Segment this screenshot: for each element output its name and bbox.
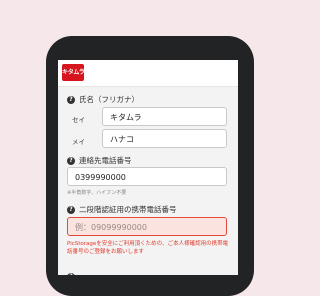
phone-screen: キタムラ ? 氏名（フリガナ） セイ キタムラ メイ ハナコ ? 連絡先電話番号… [58,60,238,275]
name-label: ? 氏名（フリガナ） [67,94,139,105]
question-circle-icon[interactable]: ? [67,156,75,165]
contact-phone-input[interactable]: 0399990000 [67,167,227,186]
two-factor-error-message: PicStorageを安全にご利用頂くための、ご本人様確認用の携帯電話番号のご登… [67,241,229,255]
contact-phone-label: ? 連絡先電話番号 [67,155,132,166]
question-circle-icon[interactable]: ? [67,205,75,214]
registration-form: ? 氏名（フリガナ） セイ キタムラ メイ ハナコ ? 連絡先電話番号 0399… [58,87,238,275]
sei-label: セイ [72,116,85,124]
two-factor-phone-label-text: 二段階認証用の携帯電話番号 [79,205,177,214]
sei-input[interactable]: キタムラ [102,107,227,126]
kitamura-logo[interactable]: キタムラ [62,64,84,81]
contact-phone-label-text: 連絡先電話番号 [79,156,132,165]
question-circle-icon[interactable]: ? [67,95,75,104]
two-factor-phone-label: ? 二段階認証用の携帯電話番号 [67,204,177,215]
two-factor-phone-input[interactable]: 例：09099990000 [67,217,227,236]
app-header: キタムラ [58,60,238,87]
mei-input[interactable]: ハナコ [102,129,227,148]
mei-label: メイ [72,138,85,146]
contact-phone-note: ※半角数字、ハイフン不要 [67,190,127,196]
name-label-text: 氏名（フリガナ） [79,95,139,104]
